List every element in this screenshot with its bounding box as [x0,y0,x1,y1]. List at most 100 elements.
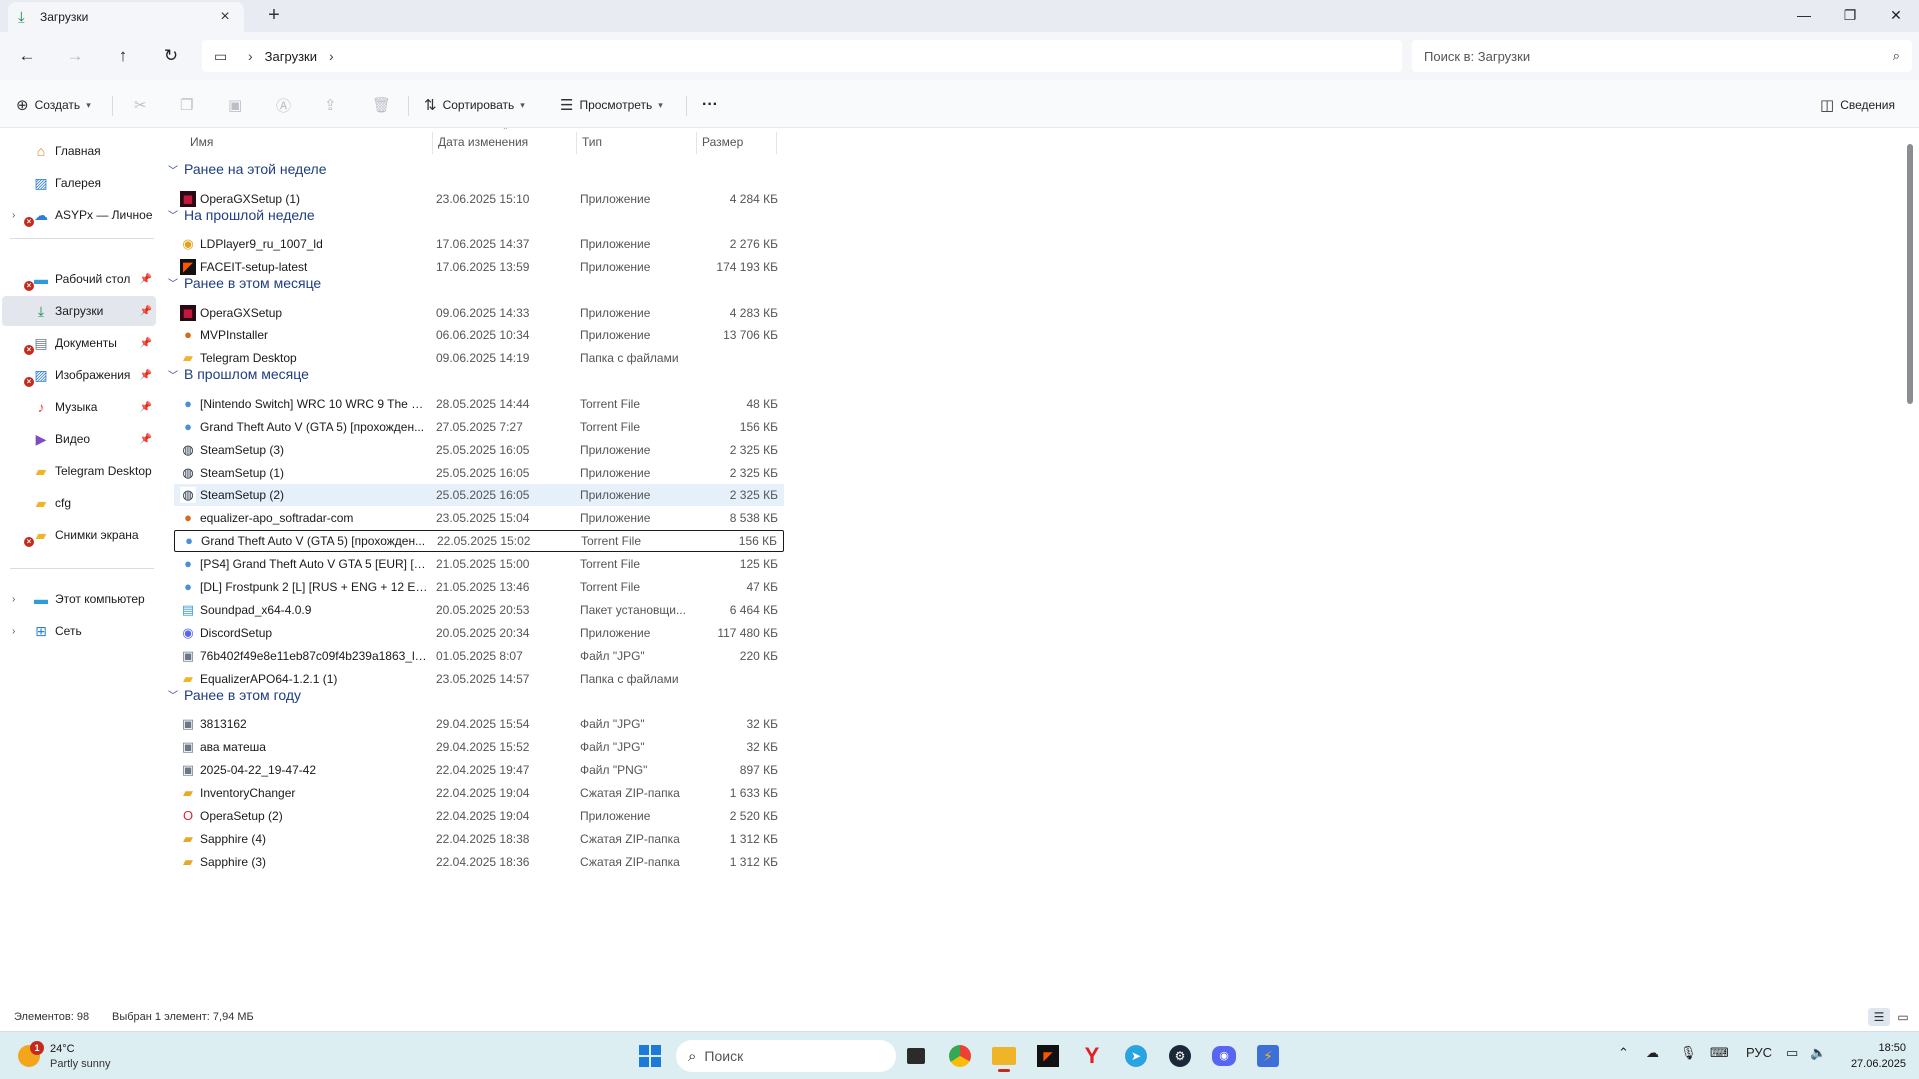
file-row[interactable]: ◉ DiscordSetup 20.05.2025 20:34 Приложение 1… [174,622,784,644]
column-header-name[interactable]: Имя [190,128,213,156]
file-row[interactable]: ◍ SteamSetup (1) 25.05.2025 16:05 Приложени… [174,462,784,484]
chevron-down-icon[interactable]: ﹀ [168,687,178,702]
file-row[interactable]: ◼ OperaGXSetup 09.06.2025 14:33 Приложение 4… [174,302,784,324]
column-divider[interactable] [576,132,577,154]
microphone-icon[interactable]: 🎙 [1680,1045,1697,1061]
column-divider[interactable] [432,132,433,154]
file-row[interactable]: ● [PS4] Grand Theft Auto V GTA 5 [EUR] [M… [174,553,784,575]
chevron-right-icon[interactable]: › [248,48,253,64]
file-row[interactable]: ● [Nintendo Switch] WRC 10 WRC 9 The Of..… [174,393,784,415]
chevron-up-icon[interactable]: ⌃ [1618,1045,1629,1061]
taskbar-task-view[interactable] [900,1040,932,1072]
input-language[interactable]: РУС [1746,1045,1772,1060]
group-header[interactable]: ﹀ Ранее в этом году [168,683,301,707]
taskbar-search[interactable]: ⌕ Поиск [676,1040,896,1072]
more-options-button[interactable]: ··· [702,92,718,118]
sidebar-item-telegram-desktop[interactable]: ▰ Telegram Desktop [2,456,156,486]
pin-icon[interactable]: 📌 [140,402,152,413]
weather-widget[interactable]: 1 24°C Partly sunny [14,1039,134,1073]
back-button[interactable]: ← [12,42,42,70]
refresh-button[interactable]: ↻ [156,42,186,70]
sidebar-item-onedrive[interactable]: › ☁ × ASYPx — Личное [2,200,156,230]
pin-icon[interactable]: 📌 [140,338,152,349]
file-row[interactable]: ▰ Sapphire (4) 22.04.2025 18:38 Сжатая ZIP-… [174,828,784,850]
search-icon[interactable]: ⌕ [1893,48,1900,64]
group-header[interactable]: ﹀ Ранее на этой неделе [168,157,327,181]
column-header-date[interactable]: Дата изменения [438,128,528,156]
sidebar-item-video[interactable]: ▶ Видео 📌 [2,424,156,454]
sidebar-item-documents[interactable]: ▤ × Документы 📌 [2,328,156,358]
breadcrumb-item[interactable]: Загрузки [265,49,317,64]
sidebar-item-desktop[interactable]: ▬ × Рабочий стол 📌 [2,264,156,294]
details-button[interactable]: ◫ Сведения [1820,92,1895,118]
chevron-down-icon[interactable]: ﹀ [168,207,178,222]
chevron-down-icon[interactable]: ﹀ [168,367,178,382]
share-button[interactable]: ⇪ [324,92,343,118]
pin-icon[interactable]: 📌 [140,306,152,317]
file-row[interactable]: ◍ SteamSetup (3) 25.05.2025 16:05 Приложени… [174,439,784,461]
start-button[interactable] [634,1040,666,1072]
search-input[interactable] [1424,48,1893,64]
sidebar-item-gallery[interactable]: ▨ Галерея [2,168,156,198]
file-row[interactable]: ▣ ава матеша 29.04.2025 15:52 Файл "JPG" 32 … [174,736,784,758]
taskbar-steam[interactable]: ⚙ [1164,1040,1196,1072]
maximize-button[interactable]: ❐ [1827,0,1873,30]
file-row[interactable]: ▰ InventoryChanger 22.04.2025 19:04 Сжатая … [174,782,784,804]
sidebar-item-network[interactable]: › ⊞ Сеть [2,616,156,646]
column-divider[interactable] [696,132,697,154]
details-view-button[interactable]: ☰ [1868,1008,1890,1026]
rename-button[interactable]: Ⓐ [276,92,297,118]
sidebar-item-downloads[interactable]: ⤓ Загрузки 📌 [2,296,156,326]
sidebar-item-this-pc[interactable]: › ▬ Этот компьютер [2,584,156,614]
sidebar-item-home[interactable]: ⌂ Главная [2,136,156,166]
taskbar-app[interactable]: ⚡ [1252,1040,1284,1072]
sidebar-item-cfg[interactable]: ▰ cfg [2,488,156,518]
forward-button[interactable]: → [60,42,90,70]
tab-downloads[interactable]: ⤓ Загрузки × [8,2,244,32]
taskbar-telegram[interactable]: ➤ [1120,1040,1152,1072]
volume-icon[interactable]: 🔈 [1810,1045,1826,1061]
new-tab-button[interactable]: + [262,4,286,27]
minimize-button[interactable]: — [1781,0,1827,30]
file-row[interactable]: ● Grand Theft Auto V (GTA 5) [прохожден..… [174,530,784,553]
column-divider[interactable] [776,132,777,154]
chevron-right-icon[interactable]: › [12,626,15,637]
create-button[interactable]: ⊕ Создать ▾ [16,92,91,118]
taskbar-discord[interactable]: ◉ [1208,1040,1240,1072]
file-row[interactable]: ● equalizer-apo_softradar-com 23.05.2025 1… [174,507,784,529]
group-header[interactable]: ﹀ Ранее в этом месяце [168,271,321,295]
keyboard-icon[interactable]: ⌨ [1710,1045,1729,1061]
pin-icon[interactable]: 📌 [140,274,152,285]
cut-button[interactable]: ✂ [134,92,153,118]
pin-icon[interactable]: 📌 [140,434,152,445]
copy-button[interactable]: ❐ [180,92,199,118]
chevron-down-icon[interactable]: ﹀ [168,162,178,177]
scrollbar-thumb[interactable] [1907,144,1913,404]
taskbar-file-explorer[interactable] [988,1040,1020,1072]
chevron-down-icon[interactable]: ﹀ [168,275,178,290]
group-header[interactable]: ﹀ На прошлой неделе [168,203,315,227]
sort-button[interactable]: ⇅ Сортировать ▾ [424,92,525,118]
clock[interactable]: 18:50 27.06.2025 [1836,1040,1906,1072]
taskbar-yandex[interactable]: Y [1076,1040,1108,1072]
column-header-type[interactable]: Тип [582,128,602,156]
file-row[interactable]: ▰ Sapphire (3) 22.04.2025 18:36 Сжатая ZIP-… [174,851,784,873]
file-row[interactable]: O OperaSetup (2) 22.04.2025 19:04 Приложени… [174,805,784,827]
close-tab-icon[interactable]: × [216,8,234,26]
file-row[interactable]: ▣ 3813162 29.04.2025 15:54 Файл "JPG" 32 КБ [174,713,784,735]
group-header[interactable]: ﹀ В прошлом месяце [168,362,309,386]
onedrive-icon[interactable]: ☁ [1646,1045,1659,1061]
close-window-button[interactable]: ✕ [1873,0,1919,30]
file-row[interactable]: ▣ 2025-04-22_19-47-42 22.04.2025 19:47 Файл… [174,759,784,781]
view-button[interactable]: ☰ Просмотреть ▾ [560,92,663,118]
pin-icon[interactable]: 📌 [140,370,152,381]
sidebar-item-screenshots[interactable]: ▰ × Снимки экрана [2,520,156,550]
file-row[interactable]: ● Grand Theft Auto V (GTA 5) [прохожден..… [174,416,784,438]
file-row[interactable]: ◍ SteamSetup (2) 25.05.2025 16:05 Приложени… [174,484,784,507]
file-row[interactable]: ▣ 76b402f49e8e11eb87c09f4b239a1863_large 0… [174,645,784,667]
paste-button[interactable]: ▣ [228,92,248,118]
sidebar-item-pictures[interactable]: ▨ × Изображения 📌 [2,360,156,390]
file-row[interactable]: ◉ LDPlayer9_ru_1007_ld 17.06.2025 14:37 При… [174,233,784,255]
column-header-size[interactable]: Размер [702,128,743,156]
up-button[interactable]: ↑ [108,42,138,70]
